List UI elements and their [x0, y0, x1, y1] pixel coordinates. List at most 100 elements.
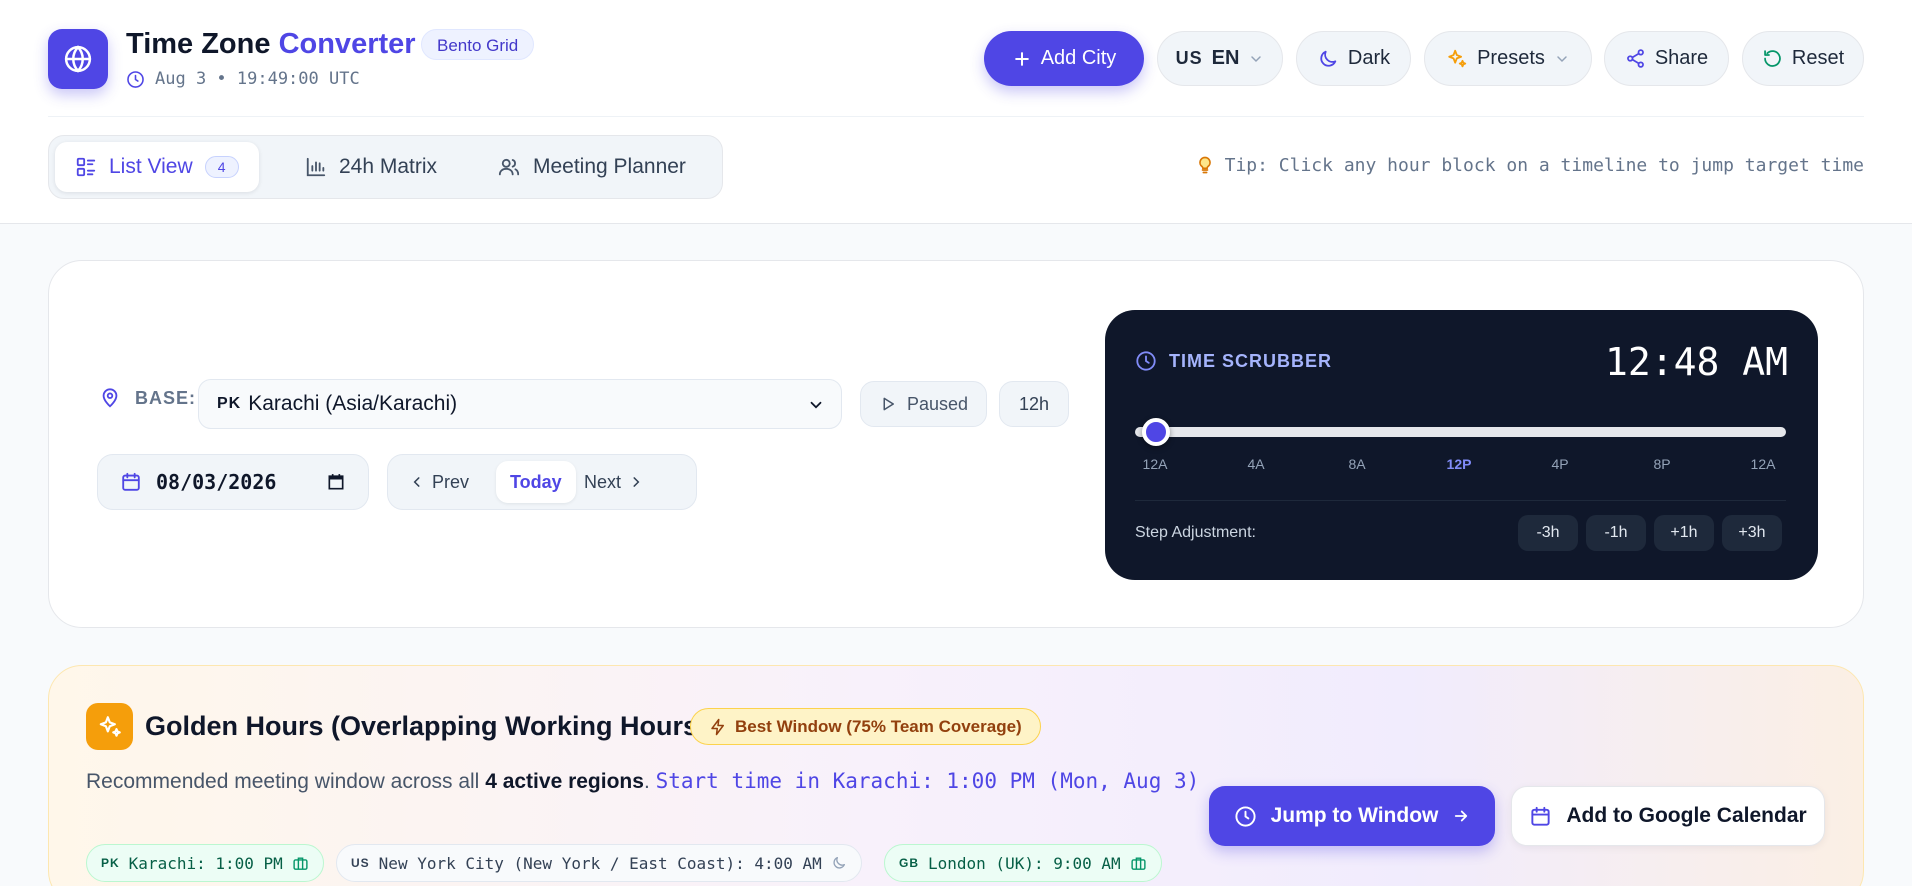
scrubber-heading: TIME SCRUBBER: [1135, 350, 1332, 372]
users-icon: [497, 156, 521, 178]
lightbulb-icon: [1195, 154, 1215, 176]
scrubber-tick: 12A: [1142, 456, 1168, 472]
presets-label: Presets: [1477, 47, 1545, 69]
play-icon: [879, 395, 897, 413]
chevron-left-icon: [410, 475, 424, 489]
app-header: Time Zone Converter Bento Grid Aug 3 • 1…: [0, 0, 1912, 224]
tip-message: Tip: Click any hour block on a timeline …: [1195, 154, 1864, 176]
step-plus-3h-button[interactable]: +3h: [1722, 515, 1782, 551]
city-chip-text: New York City (New York / East Coast): 4…: [378, 853, 822, 873]
clock-icon: [1135, 350, 1157, 372]
date-value: 08/03/2026: [156, 470, 277, 494]
reset-button[interactable]: Reset: [1742, 31, 1864, 86]
time-scrubber: TIME SCRUBBER 12:48 AM 12A 4A 8A 12P 4P …: [1105, 310, 1818, 580]
calendar-icon: [120, 471, 142, 493]
tab-24h-matrix-label: 24h Matrix: [339, 155, 438, 178]
best-window-badge: Best Window (75% Team Coverage): [690, 708, 1041, 745]
step-plus-1h-button[interactable]: +1h: [1654, 515, 1714, 551]
step-minus-3h-button[interactable]: -3h: [1518, 515, 1578, 551]
city-chip-new-york: US New York City (New York / East Coast)…: [336, 844, 862, 882]
tab-list-view[interactable]: List View 4: [55, 142, 259, 192]
language-select[interactable]: US EN: [1157, 31, 1283, 86]
scrubber-heading-text: TIME SCRUBBER: [1169, 350, 1333, 371]
scrubber-track[interactable]: [1135, 427, 1786, 437]
presets-button[interactable]: Presets: [1424, 31, 1592, 86]
tab-meeting-planner[interactable]: Meeting Planner: [477, 142, 706, 192]
city-chip-london: GB London (UK): 9:00 AM: [884, 844, 1162, 882]
city-chip-karachi: PK Karachi: 1:00 PM: [86, 844, 324, 882]
chevron-down-icon: [807, 396, 825, 414]
us-flag-icon: US: [1175, 48, 1203, 68]
tip-text: Tip: Click any hour block on a timeline …: [1224, 154, 1864, 176]
clock-icon: [126, 70, 145, 89]
pk-flag-icon: PK: [217, 395, 242, 412]
chevron-down-icon: [1554, 51, 1570, 67]
golden-hours-description: Recommended meeting window across all 4 …: [86, 765, 1206, 798]
play-pause-button[interactable]: Paused: [860, 381, 987, 427]
reset-icon: [1762, 48, 1783, 69]
calendar-icon: [1529, 805, 1552, 828]
share-icon: [1625, 48, 1646, 69]
gb-flag-icon: GB: [899, 856, 919, 870]
chevron-down-icon: [1248, 51, 1264, 67]
next-day-button[interactable]: Next: [570, 461, 657, 503]
golden-hours-card: Golden Hours (Overlapping Working Hours)…: [48, 665, 1864, 886]
list-view-icon: [75, 156, 97, 178]
today-button[interactable]: Today: [496, 461, 576, 503]
jump-to-window-label: Jump to Window: [1270, 804, 1439, 827]
us-flag-icon: US: [351, 856, 370, 870]
add-to-google-calendar-button[interactable]: Add to Google Calendar: [1511, 786, 1825, 846]
utc-time-text: Aug 3 • 19:49:00 UTC: [155, 69, 360, 89]
best-window-text: Best Window (75% Team Coverage): [735, 716, 1022, 736]
scrubber-divider: [1135, 500, 1786, 501]
add-city-label: Add City: [1040, 47, 1117, 69]
briefcase-icon: [292, 855, 309, 872]
start-time-text: Start time in Karachi: 1:00 PM (Mon, Aug…: [655, 769, 1200, 793]
scrubber-tick: 8P: [1653, 456, 1671, 472]
scrubber-tick: 12A: [1750, 456, 1776, 472]
next-label: Next: [584, 471, 622, 492]
arrow-right-icon: [1452, 807, 1470, 825]
controls-card: BASE: PK Karachi (Asia/Karachi) Paused 1…: [48, 260, 1864, 628]
dark-mode-label: Dark: [1347, 47, 1391, 69]
map-pin-icon: [99, 387, 121, 409]
step-adjustment-label: Step Adjustment:: [1135, 524, 1256, 541]
moon-icon: [1317, 48, 1339, 70]
scrubber-tick: 4P: [1551, 456, 1569, 472]
share-button[interactable]: Share: [1604, 31, 1729, 86]
app-title: Time Zone Converter: [126, 28, 416, 61]
add-to-google-calendar-label: Add to Google Calendar: [1566, 804, 1807, 827]
date-input[interactable]: 08/03/2026: [97, 454, 369, 510]
scrubber-handle[interactable]: [1142, 418, 1171, 446]
city-chip-text: Karachi: 1:00 PM: [128, 853, 283, 873]
step-minus-1h-button[interactable]: -1h: [1586, 515, 1646, 551]
base-city-value: Karachi (Asia/Karachi): [248, 392, 458, 415]
jump-to-window-button[interactable]: Jump to Window: [1209, 786, 1495, 846]
prev-day-button[interactable]: Prev: [396, 461, 483, 503]
scrubber-tick: 8A: [1348, 456, 1366, 472]
briefcase-icon: [1130, 855, 1147, 872]
lightning-icon: [709, 718, 727, 736]
hour-format-toggle[interactable]: 12h: [999, 381, 1069, 427]
base-city-select[interactable]: PK Karachi (Asia/Karachi): [198, 379, 842, 429]
language-label: EN: [1211, 47, 1240, 69]
layout-badge: Bento Grid: [421, 29, 535, 60]
plus-icon: [1012, 49, 1032, 69]
chevron-right-icon: [629, 475, 643, 489]
app-title-accent: Converter: [278, 28, 416, 60]
dark-mode-button[interactable]: Dark: [1296, 31, 1411, 86]
sparkles-icon: [1446, 48, 1468, 70]
reset-label: Reset: [1791, 47, 1845, 69]
base-label-text: BASE:: [135, 387, 197, 408]
calendar-picker-icon[interactable]: [326, 472, 346, 492]
view-tabs: List View 4 24h Matrix Meeting Planner: [48, 135, 723, 199]
moon-icon: [831, 855, 847, 871]
tab-24h-matrix[interactable]: 24h Matrix: [285, 142, 457, 192]
globe-logo-icon: [48, 29, 108, 89]
pk-flag-icon: PK: [101, 856, 120, 870]
base-label: BASE:: [99, 387, 196, 409]
app-title-main: Time Zone: [126, 28, 271, 60]
desc-suffix: .: [643, 770, 656, 793]
add-city-button[interactable]: Add City: [984, 31, 1144, 86]
scrubber-tick: 4A: [1247, 456, 1265, 472]
